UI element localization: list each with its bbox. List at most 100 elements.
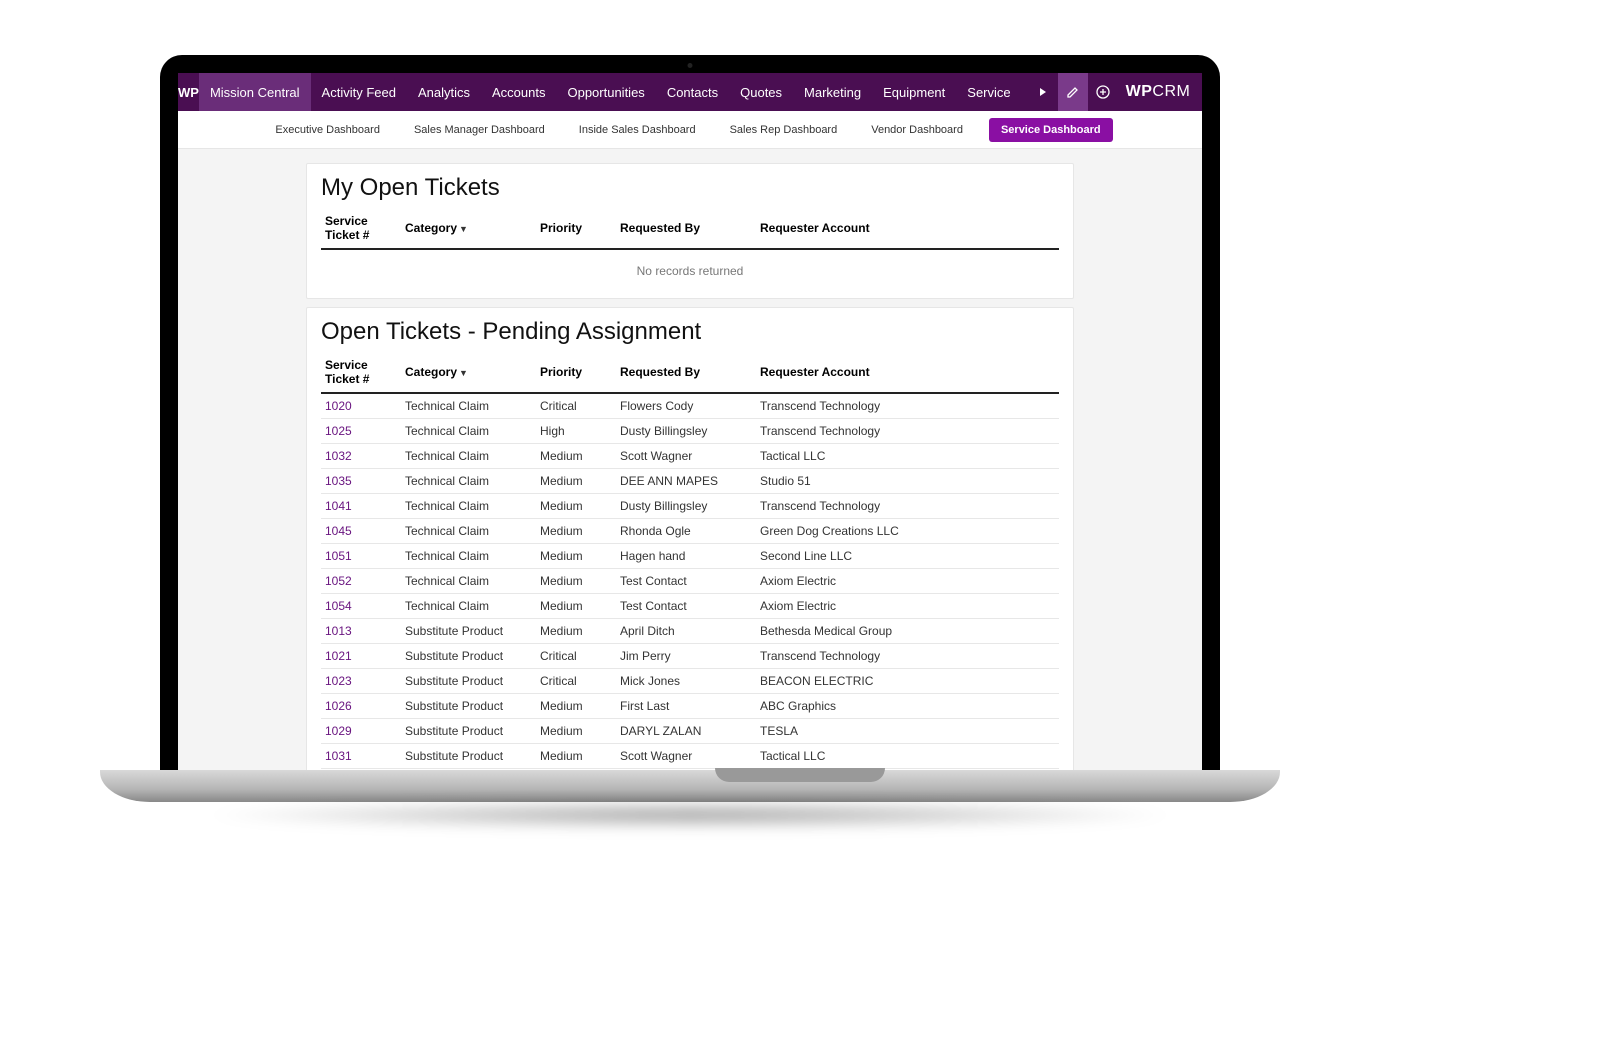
table-row: 1013Substitute ProductMediumApril DitchB… (321, 619, 1059, 644)
nav-item-mission-central[interactable]: Mission Central (199, 73, 311, 111)
cell-requester-account: TESLA (756, 719, 1059, 744)
cell-category: Substitute Product (401, 619, 536, 644)
cell-requested-by: Scott Wagner (616, 744, 756, 769)
cell-priority: Medium (536, 494, 616, 519)
ticket-link[interactable]: 1051 (321, 544, 401, 569)
cell-requested-by: Hagen hand (616, 544, 756, 569)
cell-requester-account: Green Dog Creations LLC (756, 519, 1059, 544)
cell-priority: Medium (536, 719, 616, 744)
cell-priority: Critical (536, 669, 616, 694)
col-header-priority[interactable]: Priority (536, 352, 616, 393)
search-icon[interactable] (1198, 73, 1202, 111)
cell-requested-by: Test Contact (616, 569, 756, 594)
my-open-tickets-panel: My Open Tickets Service Ticket # Categor… (306, 163, 1074, 299)
cell-category: Technical Claim (401, 594, 536, 619)
cell-priority: Medium (536, 444, 616, 469)
col-header-category[interactable]: Category▼ (401, 352, 536, 393)
ticket-link[interactable]: 1052 (321, 569, 401, 594)
brand-square[interactable]: WP (178, 73, 199, 111)
cell-priority: Medium (536, 469, 616, 494)
ticket-link[interactable]: 1020 (321, 393, 401, 419)
dashboard-tab-executive-dashboard[interactable]: Executive Dashboard (267, 119, 388, 141)
top-nav: WP Mission CentralActivity FeedAnalytics… (178, 73, 1202, 111)
col-header-ticket[interactable]: Service Ticket # (321, 352, 401, 393)
dashboard-tab-sales-rep-dashboard[interactable]: Sales Rep Dashboard (722, 119, 846, 141)
cell-priority: Critical (536, 644, 616, 669)
add-icon[interactable] (1088, 73, 1118, 111)
table-row: 1045Technical ClaimMediumRhonda OgleGree… (321, 519, 1059, 544)
cell-requested-by: First Last (616, 694, 756, 719)
ticket-link[interactable]: 1025 (321, 419, 401, 444)
dashboard-tab-sales-manager-dashboard[interactable]: Sales Manager Dashboard (406, 119, 553, 141)
nav-item-service[interactable]: Service (956, 73, 1021, 111)
dashboard-tabs: Executive Dashboard Sales Manager Dashboa… (178, 111, 1202, 149)
col-header-requester-account[interactable]: Requester Account (756, 352, 1059, 393)
table-row: 1020Technical ClaimCriticalFlowers CodyT… (321, 393, 1059, 419)
ticket-link[interactable]: 1032 (321, 444, 401, 469)
cell-requester-account: Second Line LLC (756, 544, 1059, 569)
cell-requested-by: Test Contact (616, 594, 756, 619)
table-row: 1032Technical ClaimMediumScott WagnerTac… (321, 444, 1059, 469)
section-title-pending: Open Tickets - Pending Assignment (321, 318, 1059, 346)
table-row: 1026Substitute ProductMediumFirst LastAB… (321, 694, 1059, 719)
ticket-link[interactable]: 1035 (321, 469, 401, 494)
ticket-link[interactable]: 1026 (321, 694, 401, 719)
sort-desc-icon: ▼ (459, 368, 468, 378)
nav-item-activity-feed[interactable]: Activity Feed (311, 73, 407, 111)
nav-overflow-play-icon[interactable] (1028, 73, 1058, 111)
table-row: 1025Technical ClaimHighDusty Billingsley… (321, 419, 1059, 444)
nav-item-quotes[interactable]: Quotes (729, 73, 793, 111)
cell-requester-account: Axiom Electric (756, 594, 1059, 619)
dashboard-tab-vendor-dashboard[interactable]: Vendor Dashboard (863, 119, 971, 141)
table-row: 1054Technical ClaimMediumTest ContactAxi… (321, 594, 1059, 619)
ticket-link[interactable]: 1023 (321, 669, 401, 694)
cell-priority: Medium (536, 744, 616, 769)
col-header-requester-account[interactable]: Requester Account (756, 208, 1059, 249)
table-row: 1023Substitute ProductCriticalMick Jones… (321, 669, 1059, 694)
ticket-link[interactable]: 1054 (321, 594, 401, 619)
cell-requested-by: Rhonda Ogle (616, 519, 756, 544)
my-open-tickets-table: Service Ticket # Category▼ Priority Requ… (321, 208, 1059, 292)
content-area: My Open Tickets Service Ticket # Categor… (178, 149, 1202, 775)
cell-category: Technical Claim (401, 469, 536, 494)
cell-category: Substitute Product (401, 744, 536, 769)
table-row: 1029Substitute ProductMediumDARYL ZALANT… (321, 719, 1059, 744)
col-header-category[interactable]: Category▼ (401, 208, 536, 249)
cell-requester-account: BEACON ELECTRIC (756, 669, 1059, 694)
cell-requested-by: Mick Jones (616, 669, 756, 694)
sort-desc-icon: ▼ (459, 224, 468, 234)
cell-requested-by: Flowers Cody (616, 393, 756, 419)
nav-item-equipment[interactable]: Equipment (872, 73, 956, 111)
cell-requester-account: Tactical LLC (756, 444, 1059, 469)
nav-item-opportunities[interactable]: Opportunities (556, 73, 655, 111)
ticket-link[interactable]: 1021 (321, 644, 401, 669)
nav-item-accounts[interactable]: Accounts (481, 73, 556, 111)
nav-item-contacts[interactable]: Contacts (656, 73, 729, 111)
brand-text[interactable]: WPCRM (1118, 83, 1199, 101)
dashboard-tab-inside-sales-dashboard[interactable]: Inside Sales Dashboard (571, 119, 704, 141)
col-header-requested-by[interactable]: Requested By (616, 208, 756, 249)
ticket-link[interactable]: 1041 (321, 494, 401, 519)
table-row: 1035Technical ClaimMediumDEE ANN MAPESSt… (321, 469, 1059, 494)
col-header-priority[interactable]: Priority (536, 208, 616, 249)
cell-requester-account: ABC Graphics (756, 694, 1059, 719)
dashboard-tab-service-dashboard[interactable]: Service Dashboard (989, 118, 1113, 142)
cell-priority: Medium (536, 519, 616, 544)
cell-requested-by: Dusty Billingsley (616, 419, 756, 444)
nav-item-marketing[interactable]: Marketing (793, 73, 872, 111)
pending-assignment-panel: Open Tickets - Pending Assignment Servic… (306, 307, 1074, 775)
cell-requester-account: Transcend Technology (756, 419, 1059, 444)
col-header-ticket[interactable]: Service Ticket # (321, 208, 401, 249)
nav-item-analytics[interactable]: Analytics (407, 73, 481, 111)
cell-requested-by: Dusty Billingsley (616, 494, 756, 519)
cell-requester-account: Studio 51 (756, 469, 1059, 494)
ticket-link[interactable]: 1031 (321, 744, 401, 769)
ticket-link[interactable]: 1029 (321, 719, 401, 744)
cell-requested-by: Jim Perry (616, 644, 756, 669)
cell-priority: Critical (536, 393, 616, 419)
ticket-link[interactable]: 1045 (321, 519, 401, 544)
edit-icon[interactable] (1058, 73, 1088, 111)
ticket-link[interactable]: 1013 (321, 619, 401, 644)
col-header-requested-by[interactable]: Requested By (616, 352, 756, 393)
table-row: 1021Substitute ProductCriticalJim PerryT… (321, 644, 1059, 669)
